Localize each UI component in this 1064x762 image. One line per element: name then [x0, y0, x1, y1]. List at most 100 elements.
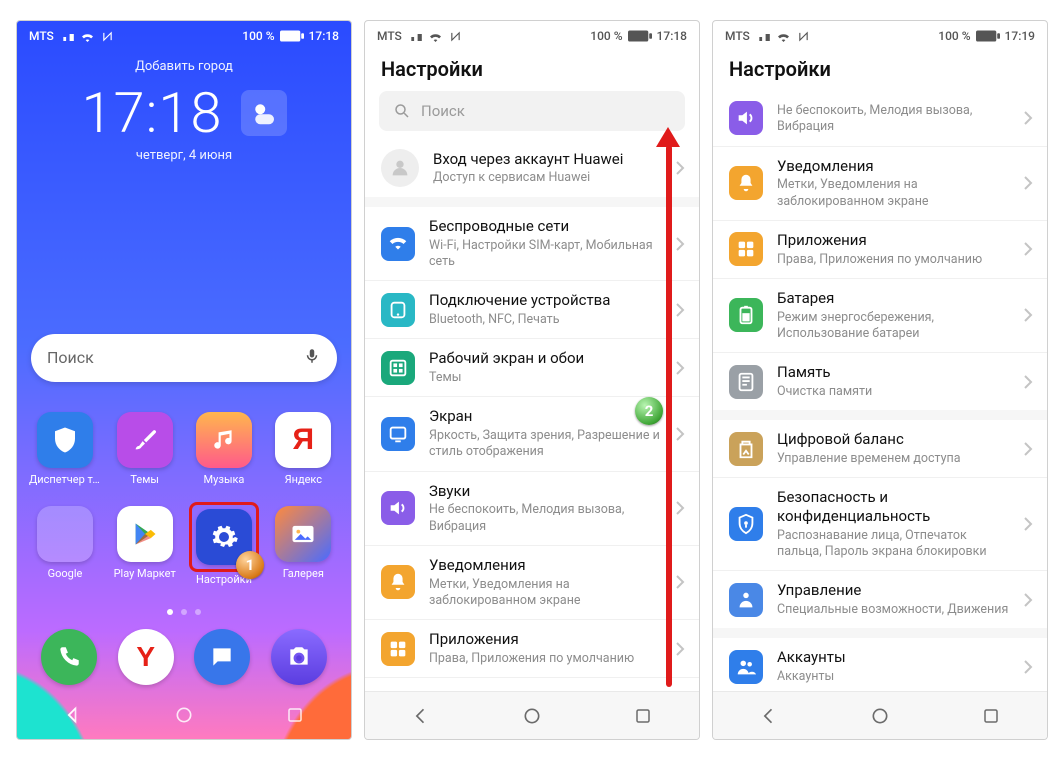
- nav-recent[interactable]: [974, 699, 1008, 733]
- item-sub: Специальные возможности, Движения: [777, 602, 1009, 618]
- carrier-label: MTS: [29, 29, 54, 43]
- battery-icon: [628, 30, 652, 42]
- item-sounds[interactable]: ЗвукиНе беспокоить, Мелодия вызова, Вибр…: [365, 471, 699, 545]
- chevron-right-icon: [1023, 110, 1033, 126]
- app-play-store[interactable]: Play Маркет: [109, 506, 180, 587]
- item-storage[interactable]: Память Очистка памяти: [713, 352, 1047, 410]
- nav-back[interactable]: [56, 698, 90, 732]
- item-notifications-icon: [729, 166, 763, 200]
- item-title: Подключение устройства: [429, 291, 661, 310]
- item-notifications[interactable]: УведомленияМетки, Уведомления на заблоки…: [713, 146, 1047, 220]
- nav-home[interactable]: [863, 699, 897, 733]
- chevron-right-icon: [1023, 516, 1033, 532]
- item-security[interactable]: Безопасность и конфиденциальностьРаспозн…: [713, 477, 1047, 570]
- app-music[interactable]: Музыка: [188, 412, 259, 487]
- app-themes[interactable]: Темы: [109, 412, 180, 487]
- item-sub: Не беспокоить, Мелодия вызова, Вибрация: [429, 502, 661, 535]
- item-sub: Яркость, Защита зрения, Разрешение и сти…: [429, 428, 661, 461]
- item-title: Уведомления: [429, 556, 661, 575]
- phone-1-home-screen: MTS 100 % 17:18 Добавить город 17:18 чет…: [16, 20, 352, 740]
- home-search-bar[interactable]: Поиск: [31, 334, 337, 382]
- item-title: Уведомления: [777, 157, 1009, 176]
- app-settings[interactable]: 1 Настройки: [188, 506, 259, 587]
- carrier-label: MTS: [725, 29, 750, 43]
- item-title: Батарея: [777, 289, 1009, 308]
- item-battery[interactable]: БатареяРежим энергосбережения, Использов…: [365, 677, 699, 691]
- item-sub: Метки, Уведомления на заблокированном эк…: [777, 177, 1009, 210]
- nav-back[interactable]: [404, 699, 438, 733]
- status-bar: MTS 100 % 17:18: [17, 21, 351, 51]
- yandex-y-icon: Y: [136, 643, 155, 671]
- nav-recent[interactable]: [626, 699, 660, 733]
- dock-browser-yandex[interactable]: Y: [112, 629, 181, 685]
- item-digital-balance-icon: [729, 432, 763, 466]
- app-gallery[interactable]: Галерея: [268, 506, 339, 587]
- item-digital-balance[interactable]: Цифровой балансУправление временем досту…: [713, 420, 1047, 477]
- nav-home[interactable]: [515, 699, 549, 733]
- chevron-right-icon: [675, 360, 685, 376]
- dock: Y: [17, 615, 351, 691]
- dock-camera[interactable]: [265, 629, 334, 685]
- clock-widget[interactable]: 17:18: [33, 80, 335, 146]
- nav-back[interactable]: [752, 699, 786, 733]
- weather-icon: [241, 90, 287, 136]
- signal-icon: [60, 31, 74, 41]
- app-label: Яндекс: [285, 474, 322, 487]
- settings-search[interactable]: Поиск: [379, 91, 685, 131]
- status-time: 17:18: [309, 29, 339, 43]
- app-label: Play Маркет: [114, 568, 176, 581]
- mic-icon[interactable]: [303, 345, 321, 371]
- gear-icon: [209, 522, 239, 552]
- message-icon: [209, 644, 235, 670]
- clock-time: 17:18: [81, 80, 222, 146]
- item-sounds-cont-icon: [729, 101, 763, 135]
- avatar-icon: [381, 149, 419, 187]
- item-connections[interactable]: Подключение устройстваBluetooth, NFC, Пе…: [365, 280, 699, 338]
- item-sub: Очистка памяти: [777, 384, 1009, 400]
- item-huawei-login[interactable]: Вход через аккаунт Huawei Доступ к серви…: [365, 139, 699, 197]
- app-google-folder[interactable]: Google: [29, 506, 101, 587]
- chevron-right-icon: [675, 426, 685, 442]
- item-apps-icon: [381, 632, 415, 666]
- item-notifications[interactable]: Уведомления Метки, Уведомления на заблоки…: [365, 545, 699, 619]
- item-title: Батарея: [429, 688, 661, 691]
- item-battery[interactable]: БатареяРежим энергосбережения, Использов…: [713, 278, 1047, 352]
- app-label: Google: [48, 568, 83, 581]
- app-phone-manager[interactable]: Диспетчер телефона: [29, 412, 101, 487]
- item-smart-assist[interactable]: УправлениеСпециальные возможности, Движе…: [713, 570, 1047, 628]
- item-apps[interactable]: ПриложенияПрава, Приложения по умолчанию: [713, 220, 1047, 278]
- item-title: Экран: [429, 407, 661, 426]
- item-smart-assist-icon: [729, 583, 763, 617]
- item-title: Беспроводные сети: [429, 217, 661, 236]
- item-accounts[interactable]: АккаунтыАккаунты: [713, 638, 1047, 691]
- settings-list[interactable]: Не беспокоить, Мелодия вызова, ВибрацияУ…: [713, 91, 1047, 691]
- nfc-icon: [101, 31, 114, 42]
- add-city-link[interactable]: Добавить город: [33, 59, 335, 74]
- status-time: 17:19: [1005, 29, 1035, 43]
- item-sounds-cont[interactable]: Не беспокоить, Мелодия вызова, Вибрация: [713, 91, 1047, 146]
- status-bar: MTS 100 % 17:18: [365, 21, 699, 51]
- battery-icon: [976, 30, 1000, 42]
- item-title: Рабочий экран и обои: [429, 349, 661, 368]
- item-title: Память: [777, 363, 1009, 382]
- nfc-icon: [797, 31, 810, 42]
- item-home-wallpaper[interactable]: Рабочий экран и обоиТемы: [365, 338, 699, 396]
- nav-bar: [365, 691, 699, 739]
- battery-pct-label: 100 %: [242, 29, 274, 43]
- callout-marker-1: 1: [236, 551, 264, 579]
- app-yandex[interactable]: Я Яндекс: [268, 412, 339, 487]
- chevron-right-icon: [675, 302, 685, 318]
- nav-recent[interactable]: [278, 698, 312, 732]
- item-wireless[interactable]: Беспроводные сетиWi-Fi, Настройки SIM-ка…: [365, 207, 699, 280]
- dock-phone[interactable]: [35, 629, 104, 685]
- item-title: Вход через аккаунт Huawei: [433, 150, 661, 169]
- music-icon: [211, 427, 237, 453]
- item-storage-icon: [729, 365, 763, 399]
- chevron-right-icon: [1023, 592, 1033, 608]
- item-apps[interactable]: ПриложенияПрава, Приложения по умолчанию: [365, 619, 699, 677]
- dock-messages[interactable]: [188, 629, 257, 685]
- item-apps-icon: [729, 232, 763, 266]
- nav-home[interactable]: [167, 698, 201, 732]
- item-sub: Метки, Уведомления на заблокированном эк…: [429, 577, 661, 610]
- carrier-label: MTS: [377, 29, 402, 43]
